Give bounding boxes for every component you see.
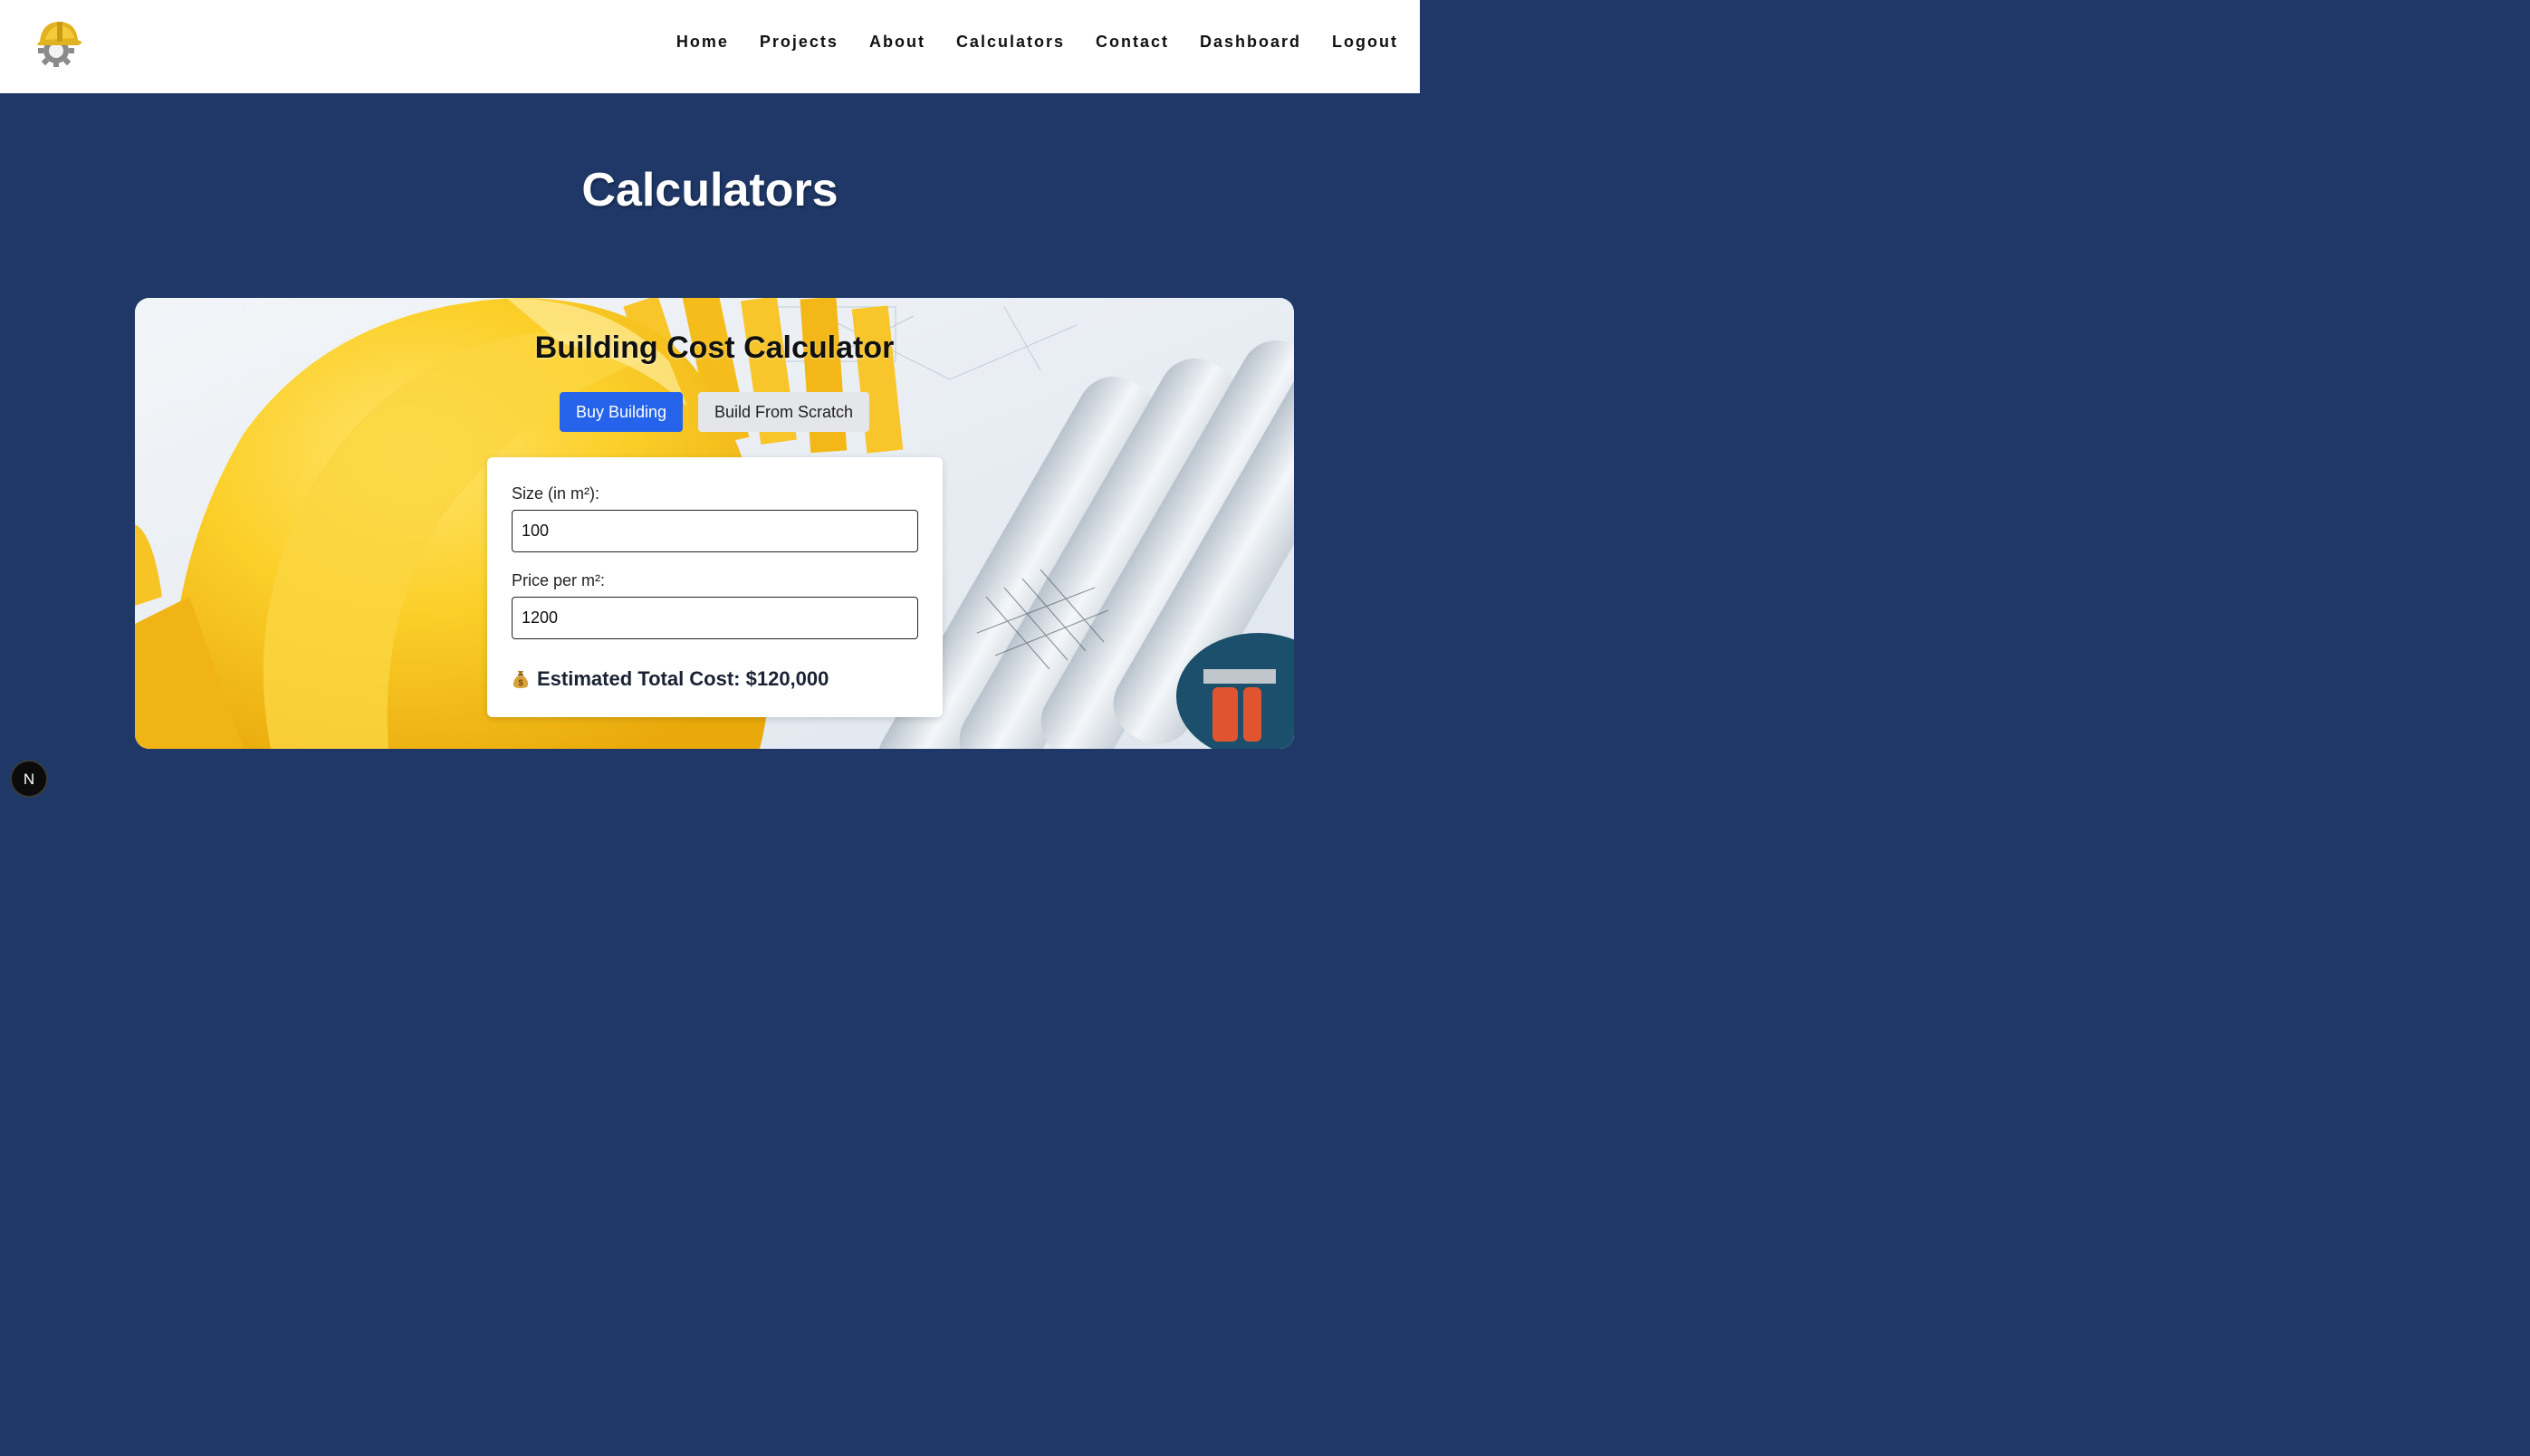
svg-text:$: $: [518, 678, 522, 687]
estimated-total-cost: $ Estimated Total Cost: $120,000: [512, 667, 829, 691]
build-from-scratch-tab[interactable]: Build From Scratch: [698, 392, 869, 432]
calculator-title: Building Cost Calculator: [534, 330, 895, 365]
calculator-form-panel: Size (in m²): Price per m²: $ Estimated …: [487, 457, 943, 717]
nextjs-logo-icon: N: [24, 771, 34, 788]
hardhat-gear-logo-icon[interactable]: [33, 18, 83, 69]
calculator-hero-card: Building Cost Calculator Buy Building Bu…: [135, 298, 1294, 749]
nav-dashboard-link[interactable]: Dashboard: [1200, 33, 1301, 52]
price-per-m2-input[interactable]: [512, 597, 918, 639]
nav-contact-link[interactable]: Contact: [1096, 33, 1169, 52]
money-bag-icon: $: [513, 671, 529, 688]
nav-logout-link[interactable]: Logout: [1332, 33, 1398, 52]
dev-badge-letter: N: [24, 771, 34, 788]
nav-home-link[interactable]: Home: [676, 33, 729, 52]
nav-calculators-link[interactable]: Calculators: [956, 33, 1065, 52]
dev-tools-badge[interactable]: N: [10, 760, 48, 798]
top-navbar: Home Projects About Calculators Contact …: [0, 0, 1420, 93]
estimated-total-cost-text: Estimated Total Cost: $120,000: [537, 667, 829, 690]
size-label: Size (in m²):: [512, 484, 600, 503]
size-input[interactable]: [512, 510, 918, 552]
buy-building-tab[interactable]: Buy Building: [560, 392, 683, 432]
page-title: Calculators: [581, 164, 839, 216]
nav-about-link[interactable]: About: [869, 33, 925, 52]
nav-projects-link[interactable]: Projects: [760, 33, 839, 52]
price-per-m2-label: Price per m²:: [512, 571, 606, 589]
main-nav: Home Projects About Calculators Contact …: [646, 33, 1398, 52]
